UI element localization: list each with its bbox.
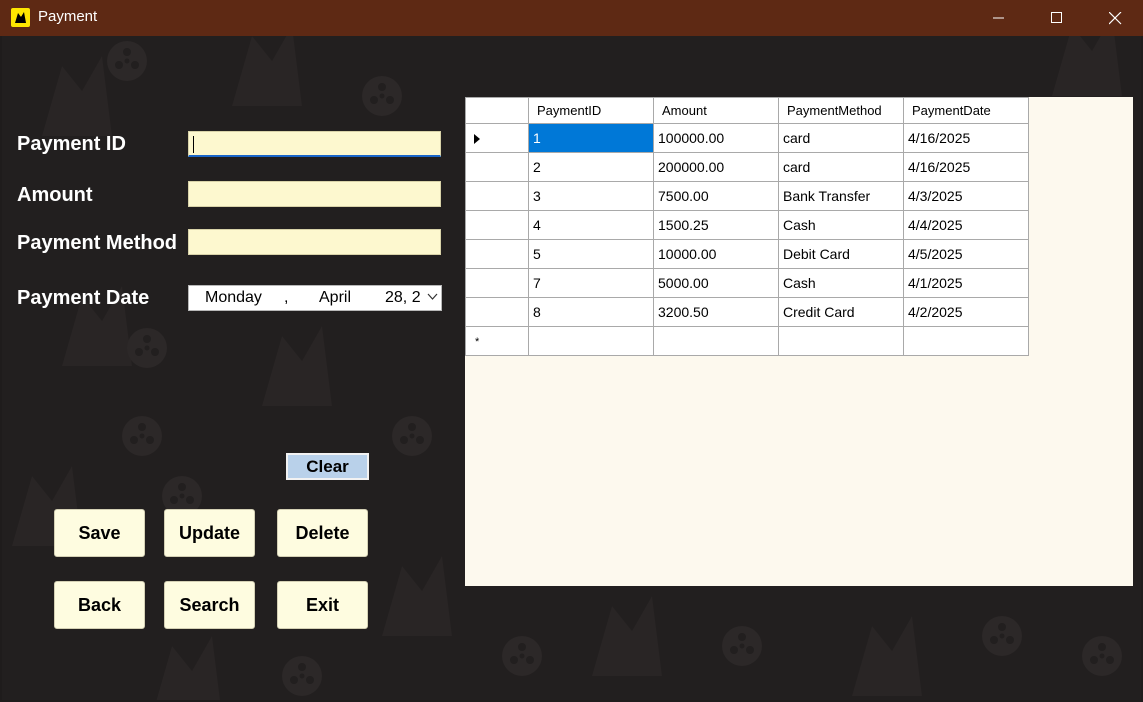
row-header[interactable] xyxy=(465,210,529,240)
table-cell[interactable]: 7500.00 xyxy=(653,181,779,211)
new-row-marker: * xyxy=(475,336,480,348)
date-month: April xyxy=(319,289,352,306)
table-row[interactable]: 8 3200.50 Credit Card 4/2/2025 xyxy=(465,297,1029,327)
table-cell[interactable]: 4/2/2025 xyxy=(903,297,1029,327)
table-cell[interactable]: 10000.00 xyxy=(653,239,779,269)
row-header-current[interactable] xyxy=(465,123,529,153)
clear-button[interactable]: Clear xyxy=(286,453,369,480)
table-cell[interactable]: Credit Card xyxy=(778,297,904,327)
delete-button[interactable]: Delete xyxy=(277,509,368,557)
table-cell-new[interactable] xyxy=(528,326,654,356)
row-header-new[interactable]: * xyxy=(465,326,529,356)
row-header[interactable] xyxy=(465,239,529,269)
payments-data-grid[interactable]: PaymentID Amount PaymentMethod PaymentDa… xyxy=(465,97,1133,586)
table-cell-new[interactable] xyxy=(903,326,1029,356)
payment-date-picker[interactable]: Monday , April 28, 2 xyxy=(188,285,442,311)
form-client-area: Payment ID Amount Payment Method Payment… xyxy=(2,36,1141,700)
table-cell[interactable]: 4 xyxy=(528,210,654,240)
amount-input[interactable] xyxy=(188,181,441,207)
date-day: 28, 2 xyxy=(385,289,421,306)
table-cell[interactable]: 4/1/2025 xyxy=(903,268,1029,298)
table-cell[interactable]: 4/5/2025 xyxy=(903,239,1029,269)
update-button[interactable]: Update xyxy=(164,509,255,557)
table-cell[interactable]: Cash xyxy=(778,210,904,240)
date-weekday: Monday xyxy=(205,289,262,306)
back-button[interactable]: Back xyxy=(54,581,145,629)
table-cell[interactable]: card xyxy=(778,152,904,182)
search-button[interactable]: Search xyxy=(164,581,255,629)
table-cell[interactable]: card xyxy=(778,123,904,153)
payment-id-label: Payment ID xyxy=(17,133,126,155)
payment-id-input[interactable] xyxy=(188,131,441,157)
table-cell[interactable]: 4/3/2025 xyxy=(903,181,1029,211)
row-header[interactable] xyxy=(465,268,529,298)
minimize-button[interactable] xyxy=(976,0,1022,36)
table-cell-new[interactable] xyxy=(778,326,904,356)
save-button[interactable]: Save xyxy=(54,509,145,557)
column-header-paymentmethod[interactable]: PaymentMethod xyxy=(778,97,904,124)
payment-date-label: Payment Date xyxy=(17,287,150,309)
table-cell[interactable]: 2 xyxy=(528,152,654,182)
table-cell[interactable]: 4/16/2025 xyxy=(903,152,1029,182)
new-row[interactable]: * xyxy=(465,326,1029,356)
column-header-paymentid[interactable]: PaymentID xyxy=(528,97,654,124)
app-icon xyxy=(11,8,30,27)
table-cell[interactable]: 200000.00 xyxy=(653,152,779,182)
table-cell[interactable]: 8 xyxy=(528,297,654,327)
column-header-paymentdate[interactable]: PaymentDate xyxy=(903,97,1029,124)
table-row[interactable]: 2 200000.00 card 4/16/2025 xyxy=(465,152,1029,182)
table-cell[interactable]: 1500.25 xyxy=(653,210,779,240)
table-cell[interactable]: 3200.50 xyxy=(653,297,779,327)
table-row[interactable]: 1 100000.00 card 4/16/2025 xyxy=(465,123,1029,153)
table-header-row: PaymentID Amount PaymentMethod PaymentDa… xyxy=(465,97,1029,124)
table-row[interactable]: 5 10000.00 Debit Card 4/5/2025 xyxy=(465,239,1029,269)
text-caret xyxy=(193,136,194,153)
table-row[interactable]: 4 1500.25 Cash 4/4/2025 xyxy=(465,210,1029,240)
maximize-button[interactable] xyxy=(1034,0,1080,36)
table-cell[interactable]: 5 xyxy=(528,239,654,269)
current-row-arrow-icon xyxy=(474,134,480,144)
table-cell[interactable]: 5000.00 xyxy=(653,268,779,298)
table-cell[interactable]: 7 xyxy=(528,268,654,298)
chevron-down-icon[interactable] xyxy=(427,293,438,301)
table-cell-new[interactable] xyxy=(653,326,779,356)
payment-method-input[interactable] xyxy=(188,229,441,255)
row-header[interactable] xyxy=(465,297,529,327)
table-cell[interactable]: Debit Card xyxy=(778,239,904,269)
amount-label: Amount xyxy=(17,184,93,206)
payments-table: PaymentID Amount PaymentMethod PaymentDa… xyxy=(465,97,1029,356)
table-cell[interactable]: 4/16/2025 xyxy=(903,123,1029,153)
close-button[interactable] xyxy=(1092,0,1138,36)
date-separator: , xyxy=(284,289,289,306)
table-cell[interactable]: 4/4/2025 xyxy=(903,210,1029,240)
row-header[interactable] xyxy=(465,181,529,211)
window-title: Payment xyxy=(38,8,98,25)
table-cell[interactable]: 3 xyxy=(528,181,654,211)
table-cell[interactable]: 1 xyxy=(528,123,654,153)
title-bar: Payment xyxy=(0,0,1143,36)
table-cell[interactable]: Bank Transfer xyxy=(778,181,904,211)
grid-corner-cell[interactable] xyxy=(465,97,529,124)
table-row[interactable]: 3 7500.00 Bank Transfer 4/3/2025 xyxy=(465,181,1029,211)
column-header-amount[interactable]: Amount xyxy=(653,97,779,124)
table-row[interactable]: 7 5000.00 Cash 4/1/2025 xyxy=(465,268,1029,298)
exit-button[interactable]: Exit xyxy=(277,581,368,629)
table-cell[interactable]: Cash xyxy=(778,268,904,298)
payment-method-label: Payment Method xyxy=(17,232,178,254)
table-cell[interactable]: 100000.00 xyxy=(653,123,779,153)
row-header[interactable] xyxy=(465,152,529,182)
